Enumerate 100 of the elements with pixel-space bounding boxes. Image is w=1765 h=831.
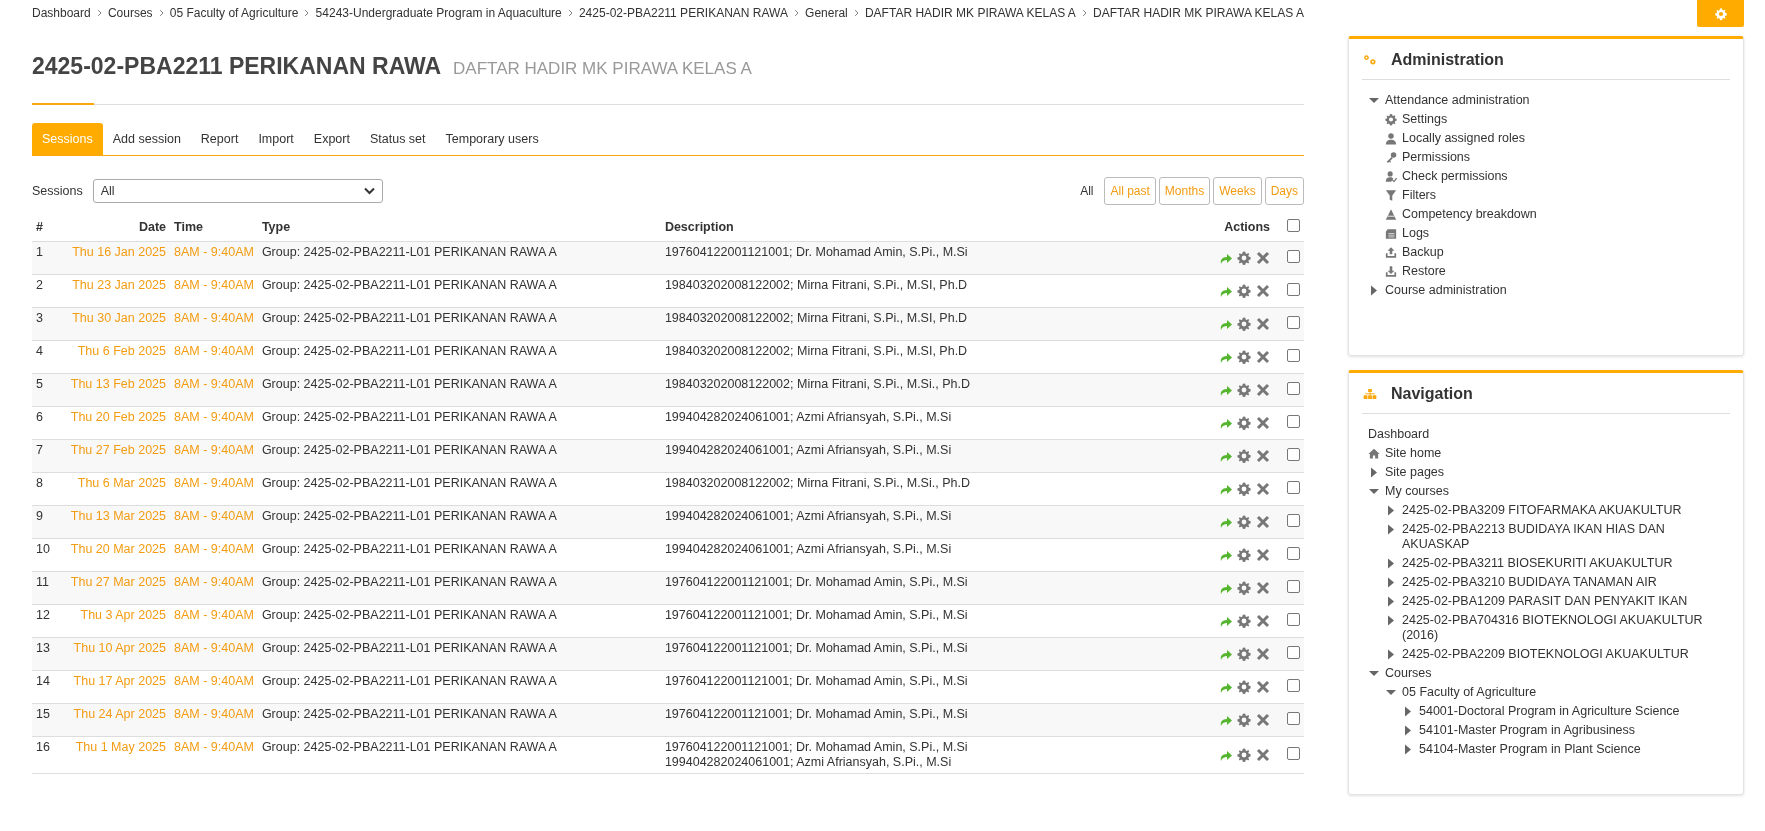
breadcrumb-link[interactable]: Courses [107, 6, 153, 20]
tree-item[interactable]: Site pages [1385, 465, 1445, 480]
curved-arrow-icon [1218, 647, 1232, 661]
tree-item[interactable]: Site home [1385, 446, 1442, 461]
row-checkbox[interactable] [1287, 349, 1300, 362]
table-cell: 1 [32, 241, 62, 275]
tree-item[interactable]: Check permissions [1402, 169, 1508, 184]
table-cell-text: 199404282024061001; Azmi Afriansyah, S.Pi., M.Si [664, 755, 953, 770]
close-icon [1256, 416, 1270, 430]
tree-item[interactable]: 2425-02-PBA3210 BUDIDAYA TANAMAN AIR [1402, 575, 1657, 590]
funnel-icon [1385, 188, 1397, 203]
table-cell: Group: 2425-02-PBA2211-L01 PERIKANAN RAWA A [257, 703, 661, 737]
chevron-right-icon [95, 8, 103, 18]
tab[interactable]: Status set [359, 123, 436, 155]
curved-arrow-icon [1218, 748, 1232, 762]
select-all-checkbox[interactable] [1287, 219, 1300, 232]
row-checkbox[interactable] [1287, 747, 1300, 760]
tree-item[interactable]: Competency breakdown [1402, 207, 1537, 222]
row-checkbox[interactable] [1287, 514, 1300, 527]
tree-item[interactable]: Locally assigned roles [1402, 131, 1525, 146]
tree-item[interactable]: Permissions [1402, 150, 1471, 165]
table-cell: 4 [32, 340, 62, 374]
tree-item[interactable]: 2425-02-PBA704316 BIOTEKNOLOGI AKUAKULTUR (2016) [1402, 613, 1730, 643]
tree-item[interactable]: 54001-Doctoral Program in Agriculture Science [1419, 704, 1680, 719]
tab[interactable]: Report [190, 123, 249, 155]
table-cell: Group: 2425-02-PBA2211-L01 PERIKANAN RAWA A [257, 505, 661, 539]
curved-arrow-icon [1218, 548, 1232, 562]
tab[interactable]: Add session [102, 123, 191, 155]
tree-item[interactable]: 2425-02-PBA3209 FITOFARMAKA AKUAKULTUR [1402, 503, 1682, 518]
settings-icon [1237, 350, 1251, 364]
breadcrumb-link[interactable]: 54243-Undergraduate Program in Aquaculture [315, 6, 562, 20]
table-cell: 6 [32, 406, 62, 440]
table-cell-text: 198403202008122002; Mirna Fitrani, S.Pi., M.Si., Ph.D [664, 476, 971, 491]
caret-icon [363, 187, 375, 195]
curved-arrow-icon [1218, 416, 1232, 430]
settings-icon [1237, 515, 1251, 529]
tree-item[interactable]: Filters [1402, 188, 1437, 203]
close-icon [1256, 482, 1270, 496]
row-checkbox[interactable] [1287, 250, 1300, 263]
row-checkbox[interactable] [1287, 712, 1300, 725]
chevron-right-icon [1080, 8, 1089, 18]
document-icon [1385, 226, 1397, 241]
tree-item[interactable]: 2425-02-PBA3211 BIOSEKURITI AKUAKULTUR [1402, 556, 1673, 571]
tree-item[interactable]: Course administration [1385, 283, 1507, 298]
column-header: Time [170, 215, 258, 242]
row-checkbox[interactable] [1287, 646, 1300, 659]
tree-item[interactable]: Attendance administration [1385, 93, 1530, 108]
breadcrumb-link[interactable]: DAFTAR HADIR MK PIRAWA KELAS A [864, 6, 1076, 20]
tree-item[interactable]: 2425-02-PBA1209 PARASIT DAN PENYAKIT IKAN [1402, 594, 1688, 609]
table-cell: Group: 2425-02-PBA2211-L01 PERIKANAN RAWA A [257, 373, 661, 407]
row-checkbox[interactable] [1287, 547, 1300, 560]
table-cell: 16 [32, 736, 62, 774]
triangle-icon [1385, 207, 1397, 222]
row-checkbox[interactable] [1287, 679, 1300, 692]
tree-item[interactable]: 2425-02-PBA2213 BUDIDAYA IKAN HIAS DAN AKUASKAP [1402, 522, 1730, 552]
close-icon [1256, 581, 1270, 595]
key-icon [1385, 150, 1397, 165]
breadcrumb-link[interactable]: 2425-02-PBA2211 PERIKANAN RAWA [578, 6, 788, 20]
settings-icon [1237, 748, 1251, 762]
house-icon [1368, 446, 1380, 461]
tab[interactable]: Temporary users [435, 123, 549, 155]
tab[interactable]: Export [303, 123, 360, 155]
tree-item[interactable]: Backup [1402, 245, 1444, 260]
row-checkbox[interactable] [1287, 316, 1300, 329]
tree-item[interactable]: 54101-Master Program in Agribusiness [1419, 723, 1636, 738]
tree-item[interactable]: Settings [1402, 112, 1448, 127]
tree-item[interactable]: My courses [1385, 484, 1449, 499]
breadcrumb-link[interactable]: General [805, 6, 848, 20]
table-cell-text: 197604122001121001; Dr. Mohamad Amin, S.Pi., M.Si [664, 641, 969, 656]
row-checkbox[interactable] [1287, 283, 1300, 296]
row-checkbox[interactable] [1287, 481, 1300, 494]
table-cell-text: 197604122001121001; Dr. Mohamad Amin, S.Pi., M.Si [664, 707, 969, 722]
tree-item[interactable]: Courses [1385, 666, 1432, 681]
tree-item[interactable]: Restore [1402, 264, 1446, 279]
breadcrumb-link[interactable]: 05 Faculty of Agriculture [169, 6, 299, 20]
tree-item[interactable]: 2425-02-PBA2209 BIOTEKNOLOGI AKUAKULTUR [1402, 647, 1689, 662]
settings-icon [1237, 482, 1251, 496]
row-checkbox[interactable] [1287, 580, 1300, 593]
tree-item[interactable]: 54104-Master Program in Plant Science [1419, 742, 1641, 757]
tab[interactable]: Import [248, 123, 304, 155]
breadcrumb-link[interactable]: DAFTAR HADIR MK PIRAWA KELAS A [1093, 6, 1304, 20]
row-checkbox[interactable] [1287, 415, 1300, 428]
column-header: Actions [1166, 215, 1274, 242]
table-cell: 11 [32, 571, 62, 605]
block-title: Navigation [1391, 385, 1473, 403]
sessions-dropdown[interactable]: All [92, 179, 383, 203]
curved-arrow-icon [1218, 317, 1232, 331]
row-checkbox[interactable] [1287, 613, 1300, 626]
table-cell-text: 199404282024061001; Azmi Afriansyah, S.Pi., M.Si [664, 542, 953, 557]
tree-item[interactable]: Dashboard [1368, 427, 1430, 442]
table-cell: Group: 2425-02-PBA2211-L01 PERIKANAN RAWA A [257, 307, 661, 341]
tree-item[interactable]: Logs [1402, 226, 1430, 241]
tree-item[interactable]: 05 Faculty of Agriculture [1402, 685, 1537, 700]
settings-icon [1237, 548, 1251, 562]
breadcrumb-link[interactable]: Dashboard [32, 6, 91, 20]
table-cell: Group: 2425-02-PBA2211-L01 PERIKANAN RAWA A [257, 241, 661, 275]
settings-icon [1237, 647, 1251, 661]
table-cell: Group: 2425-02-PBA2211-L01 PERIKANAN RAWA A [257, 670, 661, 704]
row-checkbox[interactable] [1287, 382, 1300, 395]
row-checkbox[interactable] [1287, 448, 1300, 461]
